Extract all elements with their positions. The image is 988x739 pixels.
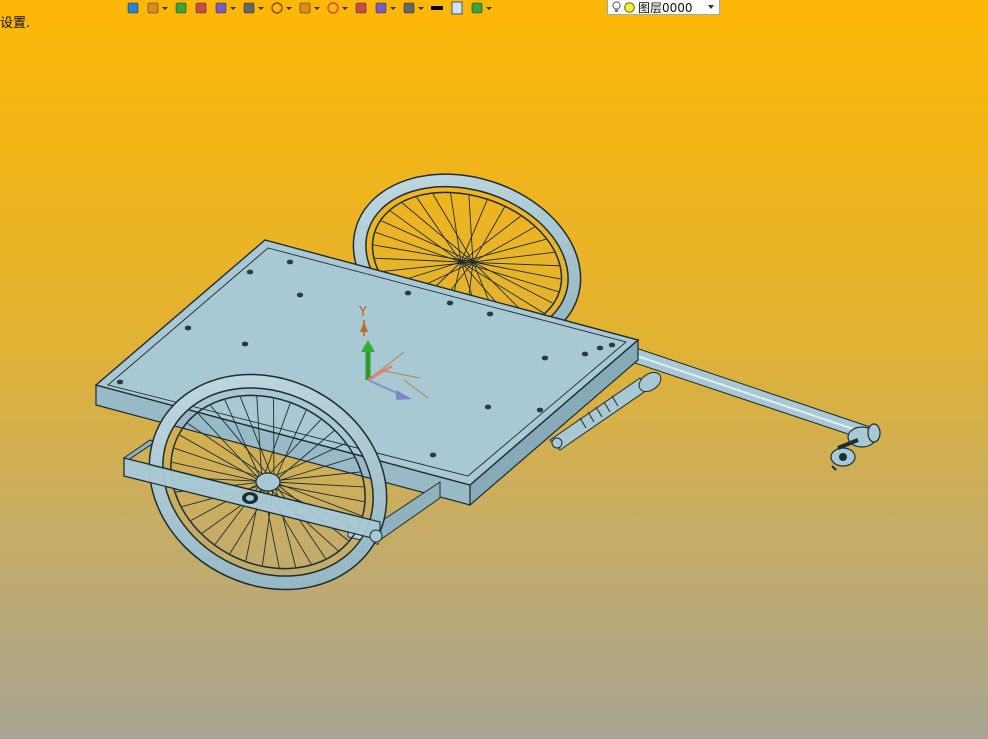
undo-button[interactable] [124, 0, 142, 16]
wheel-icon [271, 2, 283, 14]
layer-stack-icon [471, 2, 483, 14]
crosshair-icon [327, 2, 339, 14]
chevron-down-icon [286, 6, 292, 10]
frame-icon [355, 2, 367, 14]
render-style-icon [299, 2, 311, 14]
layer-color-icon [624, 1, 635, 13]
color-black-button[interactable] [428, 0, 446, 16]
layer-label: 图层0000 [638, 0, 693, 15]
view-orient-button[interactable] [240, 0, 266, 16]
layer-settings-button[interactable] [144, 0, 170, 16]
chevron-down-icon [258, 6, 264, 10]
view-cube-icon [215, 2, 227, 14]
view-cube-button[interactable] [212, 0, 238, 16]
triad-y-label: Y [358, 305, 367, 320]
undo-icon [127, 2, 139, 14]
chevron-down-icon [486, 6, 492, 10]
view-orient-icon [243, 2, 255, 14]
chevron-down-icon [230, 6, 236, 10]
chevron-down-icon [418, 6, 424, 10]
section-button[interactable] [372, 0, 398, 16]
pencil-button[interactable] [172, 0, 190, 16]
chevron-down-icon [314, 6, 320, 10]
render-style-button[interactable] [296, 0, 322, 16]
chevron-down-icon [708, 5, 714, 9]
frame-button[interactable] [352, 0, 370, 16]
chevron-down-icon [162, 6, 168, 10]
tow-bar [631, 347, 881, 471]
crosshair-button[interactable] [324, 0, 350, 16]
status-text: 设置. [0, 16, 31, 31]
trailer-model[interactable]: Y [0, 0, 988, 739]
cylinder-icon [403, 2, 415, 14]
toolbar [124, 0, 494, 16]
section-icon [375, 2, 387, 14]
layer-stack-button[interactable] [468, 0, 494, 16]
chevron-down-icon [390, 6, 396, 10]
cylinder-button[interactable] [400, 0, 426, 16]
graphics-viewport[interactable]: Y 设置. 图层0000 [0, 0, 988, 739]
wheel-button[interactable] [268, 0, 294, 16]
box-button[interactable] [192, 0, 210, 16]
page-icon [451, 1, 463, 15]
chevron-down-icon [342, 6, 348, 10]
box-icon [195, 2, 207, 14]
lightbulb-icon [612, 1, 621, 12]
color-black-icon [431, 6, 443, 10]
layer-settings-icon [147, 2, 159, 14]
page-button[interactable] [448, 0, 466, 16]
layer-dropdown[interactable]: 图层0000 [607, 0, 720, 15]
pencil-icon [175, 2, 187, 14]
